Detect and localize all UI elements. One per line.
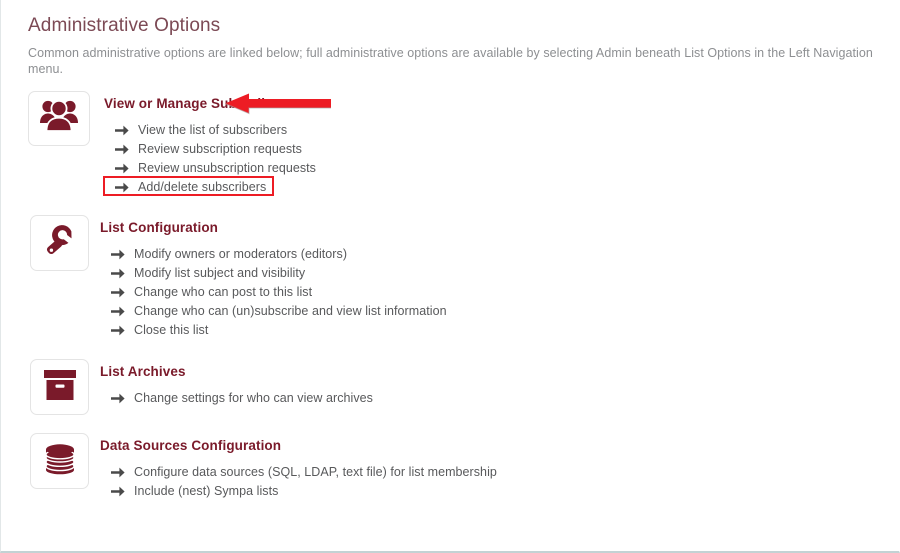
list-item-label: Change who can (un)subscribe and view li… <box>134 304 447 318</box>
arrow-right-icon <box>115 143 129 156</box>
section-icon-box <box>30 359 89 415</box>
section-icon-box <box>30 433 89 489</box>
page-content: Administrative Options Common administra… <box>1 0 899 501</box>
list-item-label: View the list of subscribers <box>138 123 288 137</box>
list-item[interactable]: Modify list subject and visibility <box>111 264 447 283</box>
archive-box-icon <box>43 369 77 406</box>
arrow-right-icon <box>111 305 125 318</box>
wrench-icon <box>42 223 78 264</box>
list-item-label: Include (nest) Sympa lists <box>134 484 279 498</box>
arrow-right-icon <box>111 267 125 280</box>
list-item-label: Modify list subject and visibility <box>134 266 306 280</box>
section-heading-list-archives: List Archives <box>100 364 186 379</box>
section-list-configuration: List Configuration Modify owners or mode… <box>28 215 873 340</box>
list-item[interactable]: Modify owners or moderators (editors) <box>111 245 447 264</box>
section-body: View or Manage Subscribers View the list… <box>90 91 331 197</box>
arrow-right-icon <box>111 248 125 261</box>
arrow-right-icon <box>111 286 125 299</box>
arrow-right-icon <box>111 485 125 498</box>
database-stack-icon <box>43 442 77 481</box>
list-item-label: Review unsubscription requests <box>138 161 316 175</box>
section-icon-box <box>28 91 90 146</box>
arrow-right-icon <box>115 124 129 137</box>
list-item[interactable]: View the list of subscribers <box>115 121 316 140</box>
link-list-archives: Change settings for who can view archive… <box>100 380 373 408</box>
list-item[interactable]: Close this list <box>111 321 447 340</box>
list-item-label: Configure data sources (SQL, LDAP, text … <box>134 465 497 479</box>
list-item[interactable]: Review subscription requests <box>115 140 316 159</box>
users-group-icon <box>39 99 79 138</box>
section-body: Data Sources Configuration Configure dat… <box>89 433 497 501</box>
section-body: List Archives Change settings for who ca… <box>89 359 373 408</box>
admin-options-page: Administrative Options Common administra… <box>0 0 900 553</box>
page-description: Common administrative options are linked… <box>28 46 873 76</box>
list-item[interactable]: Configure data sources (SQL, LDAP, text … <box>111 463 497 482</box>
list-item[interactable]: Change settings for who can view archive… <box>111 389 373 408</box>
list-item-label: Modify owners or moderators (editors) <box>134 247 348 261</box>
arrow-right-icon <box>115 162 129 175</box>
arrow-right-icon <box>111 392 125 405</box>
link-list-data-sources: Configure data sources (SQL, LDAP, text … <box>100 454 497 501</box>
list-item[interactable]: Change who can post to this list <box>111 283 447 302</box>
section-data-sources-configuration: Data Sources Configuration Configure dat… <box>28 433 873 501</box>
list-item-label: Review subscription requests <box>138 142 302 156</box>
section-heading-list-configuration: List Configuration <box>100 220 219 235</box>
list-item[interactable]: Change who can (un)subscribe and view li… <box>111 302 447 321</box>
list-item-label: Change settings for who can view archive… <box>134 391 373 405</box>
link-list-subscribers: View the list of subscribers Review subs… <box>103 112 316 197</box>
section-body: List Configuration Modify owners or mode… <box>89 215 447 340</box>
list-item-label: Change who can post to this list <box>134 285 313 299</box>
list-item-label: Add/delete subscribers <box>138 180 267 194</box>
link-list-configuration: Modify owners or moderators (editors) Mo… <box>100 236 447 340</box>
arrow-right-icon <box>111 466 125 479</box>
section-icon-box <box>30 215 89 271</box>
list-item-label: Close this list <box>134 323 209 337</box>
arrow-right-icon <box>115 181 129 194</box>
page-title: Administrative Options <box>28 15 221 36</box>
section-heading-data-sources: Data Sources Configuration <box>100 438 282 453</box>
list-item-add-delete-subscribers[interactable]: Add/delete subscribers <box>103 176 316 197</box>
list-item[interactable]: Review unsubscription requests <box>115 159 316 178</box>
section-subscribers: View or Manage Subscribers View the list… <box>28 91 873 197</box>
left-arrow-annotation-icon <box>223 92 331 116</box>
arrow-right-icon <box>111 324 125 337</box>
section-list-archives: List Archives Change settings for who ca… <box>28 359 873 415</box>
list-item[interactable]: Include (nest) Sympa lists <box>111 482 497 501</box>
